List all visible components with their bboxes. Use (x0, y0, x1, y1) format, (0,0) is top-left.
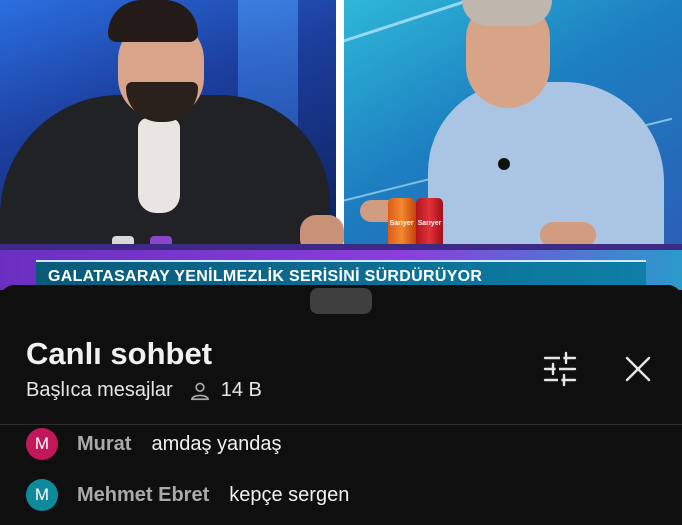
person-icon (190, 382, 209, 400)
chat-title: Canlı sohbet (26, 336, 213, 371)
can-brand-label: Sarıyer (417, 220, 442, 227)
filter-sliders-icon (543, 351, 577, 387)
close-chat-button[interactable] (618, 349, 658, 389)
header-separator (0, 424, 682, 425)
ticker-headline: GALATASARAY YENİLMEZLİK SERİSİNİ SÜRDÜRÜ… (48, 268, 483, 285)
can-brand-label: Sarıyer (389, 220, 414, 227)
guest-left-shirt (138, 118, 180, 213)
avatar-letter: M (34, 434, 50, 453)
message-text: kepçe sergen (229, 483, 350, 506)
chat-mode-selector[interactable]: Başlıca mesajlar 14 B (26, 379, 262, 402)
guest-right-hair (462, 0, 552, 26)
avatar-letter: M (34, 485, 50, 504)
video-player[interactable]: Sarıyer Sarıyer GALATASARAY YENİLMEZLİK … (0, 0, 682, 290)
chat-mode-label: Başlıca mesajlar (26, 379, 173, 401)
chat-filter-button[interactable] (538, 349, 582, 389)
guest-left-hair (108, 0, 198, 42)
message-text: amdaş yandaş (151, 432, 282, 455)
chat-message[interactable]: M Murat amdaş yandaş (26, 427, 282, 461)
close-icon (625, 356, 651, 382)
drink-can-orange: Sarıyer (388, 198, 415, 250)
viewer-count: 14 B (220, 379, 262, 401)
avatar[interactable]: M (26, 479, 58, 511)
sheet-drag-handle[interactable] (310, 288, 372, 314)
lapel-mic (498, 158, 510, 170)
message-author[interactable]: Murat (77, 433, 131, 456)
avatar[interactable]: M (26, 428, 58, 460)
message-author[interactable]: Mehmet Ebret (77, 484, 209, 507)
chat-message[interactable]: M Mehmet Ebret kepçe sergen (26, 478, 349, 512)
split-screen-divider (336, 0, 344, 250)
drink-can-red: Sarıyer (416, 198, 443, 250)
